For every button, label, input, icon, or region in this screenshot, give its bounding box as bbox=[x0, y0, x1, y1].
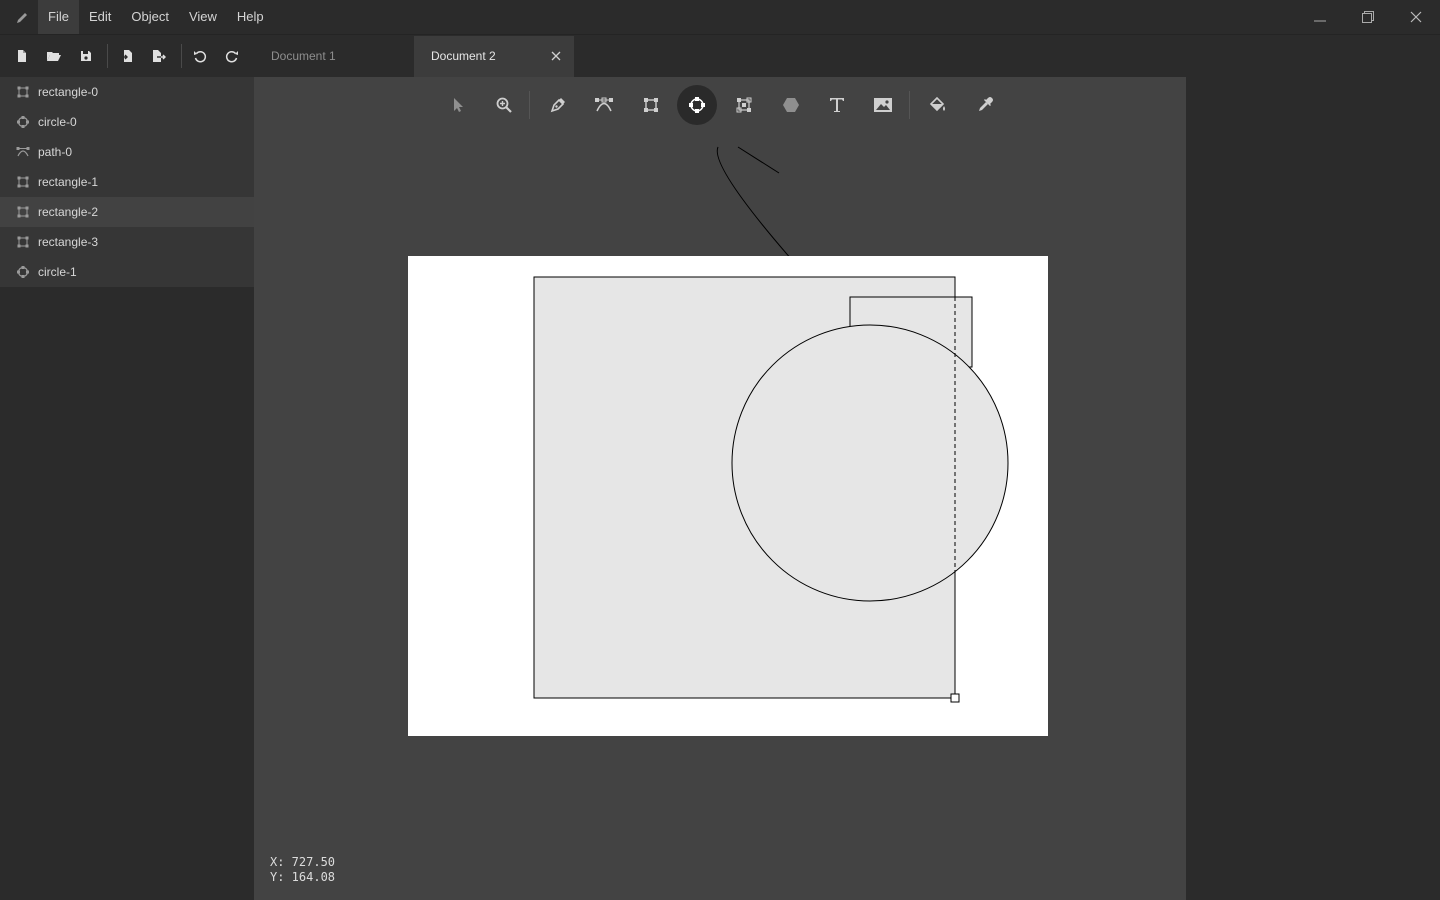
layer-item[interactable]: path-0 bbox=[0, 137, 254, 167]
path-0-segment[interactable] bbox=[737, 146, 780, 174]
minimize-icon bbox=[1314, 20, 1326, 22]
export-button[interactable] bbox=[149, 46, 169, 66]
close-icon bbox=[1410, 11, 1422, 23]
document-tabs: Document 1 Document 2 bbox=[254, 36, 1440, 77]
rectangle-icon bbox=[17, 86, 29, 98]
layer-item[interactable]: rectangle-0 bbox=[0, 77, 254, 107]
layer-label: rectangle-2 bbox=[38, 205, 99, 219]
open-button[interactable] bbox=[44, 46, 64, 66]
coord-x: X: 727.50 bbox=[270, 855, 336, 869]
export-icon bbox=[153, 50, 166, 62]
restore-icon bbox=[1362, 11, 1374, 23]
pencil-logo-icon bbox=[17, 13, 27, 23]
resize-handle[interactable] bbox=[950, 693, 960, 703]
menu-bar: File Edit Object View Help bbox=[38, 0, 274, 34]
save-button[interactable] bbox=[76, 46, 96, 66]
menu-file[interactable]: File bbox=[38, 0, 79, 34]
tab-label: Document 2 bbox=[431, 49, 496, 63]
minimize-button[interactable] bbox=[1296, 0, 1344, 34]
layer-item[interactable]: circle-0 bbox=[0, 107, 254, 137]
layer-label: rectangle-3 bbox=[38, 235, 99, 249]
menu-edit[interactable]: Edit bbox=[79, 0, 121, 34]
import-icon bbox=[121, 50, 132, 62]
menu-help[interactable]: Help bbox=[227, 0, 274, 34]
workspace[interactable]: X: 727.50 Y: 164.08 bbox=[254, 77, 1186, 900]
rectangle-icon bbox=[17, 176, 29, 188]
layer-label: circle-0 bbox=[38, 115, 77, 129]
layer-label: path-0 bbox=[38, 145, 73, 159]
restore-button[interactable] bbox=[1344, 0, 1392, 34]
drawing-area[interactable] bbox=[254, 77, 1186, 900]
coord-y: Y: 164.08 bbox=[270, 870, 336, 884]
close-window-button[interactable] bbox=[1392, 0, 1440, 34]
menu-view[interactable]: View bbox=[179, 0, 227, 34]
new-file-button[interactable] bbox=[12, 46, 32, 66]
rectangle-icon bbox=[17, 206, 29, 218]
layer-item[interactable]: rectangle-3 bbox=[0, 227, 254, 257]
path-icon bbox=[16, 147, 30, 157]
open-folder-icon bbox=[47, 52, 61, 61]
layer-label: circle-1 bbox=[38, 265, 77, 279]
layer-list: rectangle-0 circle-0 path-0 rectangle-1 … bbox=[0, 77, 254, 287]
tab-label: Document 1 bbox=[271, 49, 336, 63]
redo-button[interactable] bbox=[222, 46, 242, 66]
cursor-coordinates: X: 727.50 Y: 164.08 bbox=[270, 855, 335, 885]
layer-item[interactable]: circle-1 bbox=[0, 257, 254, 287]
toolbar-divider bbox=[181, 44, 182, 68]
close-icon[interactable] bbox=[550, 50, 562, 62]
layer-label: rectangle-0 bbox=[38, 85, 99, 99]
circle-icon bbox=[17, 266, 29, 278]
file-toolbar bbox=[0, 36, 254, 77]
properties-panel bbox=[1186, 77, 1440, 900]
undo-button[interactable] bbox=[190, 46, 210, 66]
tab-document-2[interactable]: Document 2 bbox=[414, 36, 574, 77]
tab-document-1[interactable]: Document 1 bbox=[254, 36, 414, 77]
circle-1-shape[interactable] bbox=[731, 324, 1009, 602]
layers-panel: rectangle-0 circle-0 path-0 rectangle-1 … bbox=[0, 77, 254, 900]
import-button[interactable] bbox=[117, 46, 137, 66]
new-file-icon bbox=[18, 50, 26, 62]
toolbar-divider bbox=[107, 44, 108, 68]
title-bar: File Edit Object View Help bbox=[0, 0, 1440, 35]
layer-item[interactable]: rectangle-1 bbox=[0, 167, 254, 197]
layer-item-selected[interactable]: rectangle-2 bbox=[0, 197, 254, 227]
circle-icon bbox=[17, 116, 29, 128]
layer-label: rectangle-1 bbox=[38, 175, 99, 189]
redo-icon bbox=[225, 51, 238, 63]
undo-icon bbox=[194, 51, 207, 63]
rectangle-icon bbox=[17, 236, 29, 248]
menu-object[interactable]: Object bbox=[121, 0, 179, 34]
save-icon bbox=[81, 51, 91, 61]
